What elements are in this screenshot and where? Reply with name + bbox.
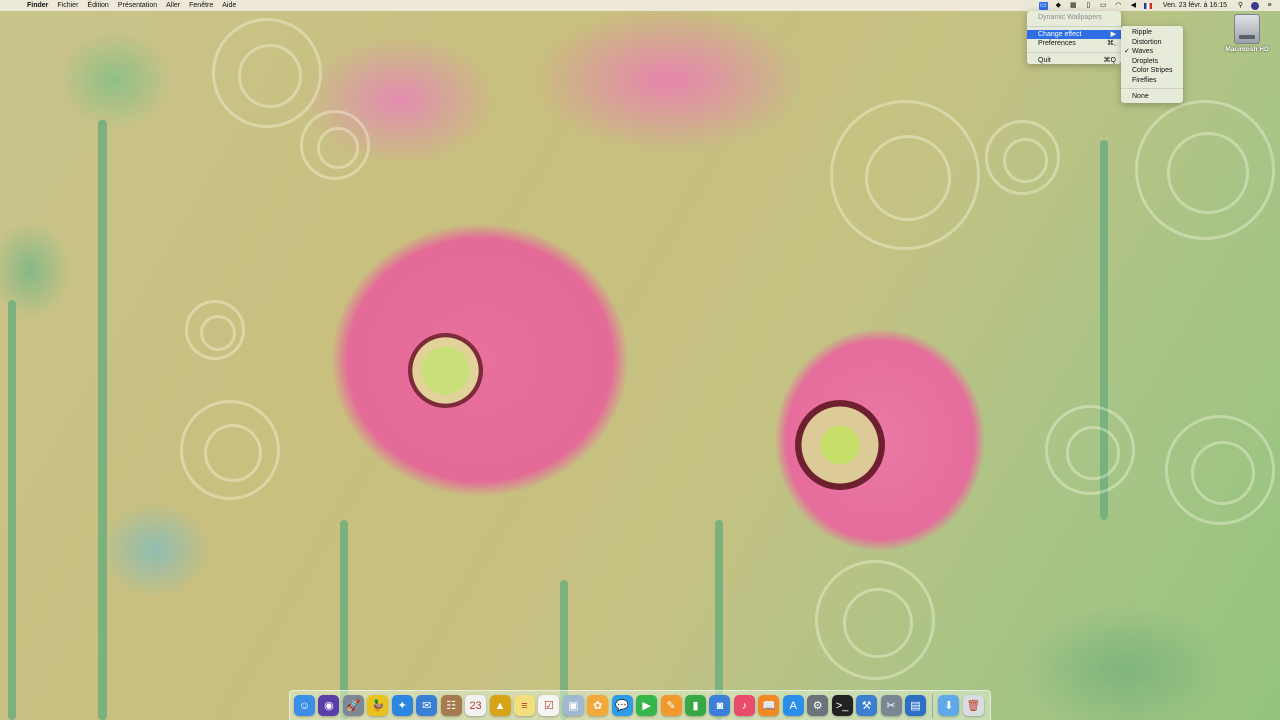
notification-center-icon[interactable]: ≡ [1265, 2, 1274, 10]
downloads-folder-icon[interactable]: ⬇ [938, 695, 960, 716]
trash-icon[interactable]: 🗑 [962, 695, 984, 716]
wifi-icon[interactable]: ◠ [1114, 2, 1123, 10]
effect-none[interactable]: None [1121, 92, 1183, 102]
effect-color-stripes[interactable]: Color Stripes [1121, 66, 1183, 76]
wallpaper [0, 0, 1280, 720]
preferences-item[interactable]: Preferences ⌘, [1027, 39, 1121, 49]
checkmark-icon: ✓ [1124, 48, 1130, 55]
airplay-icon[interactable]: ▭ [1099, 2, 1108, 10]
menu-edition[interactable]: Édition [87, 2, 108, 9]
flag-fr-icon[interactable] [1143, 2, 1152, 9]
xcode-icon[interactable]: ⚒ [856, 695, 878, 716]
quit-item[interactable]: Quit ⌘Q [1027, 56, 1121, 66]
calendar-icon[interactable]: 23 [465, 695, 487, 716]
effect-waves[interactable]: ✓ Waves [1121, 47, 1183, 57]
dropbox-icon[interactable]: ◆ [1054, 2, 1063, 10]
cyberduck-icon[interactable]: 🦆 [367, 695, 389, 716]
menu-separator [1027, 51, 1121, 53]
menu-bar: Finder Fichier Édition Présentation Alle… [0, 0, 1280, 11]
ibooks-icon[interactable]: 📖 [758, 695, 780, 716]
drive-label: Macintosh HD [1225, 46, 1269, 53]
menubar-clock[interactable]: Ven. 23 févr. à 16:15 [1163, 2, 1227, 9]
music-icon[interactable]: ♪ [733, 695, 755, 716]
folder-icon[interactable]: ▤ [904, 695, 926, 716]
menu-fenetre[interactable]: Fenêtre [189, 2, 213, 9]
terminal-icon[interactable]: >_ [831, 695, 853, 716]
utility-icon[interactable]: ✂ [880, 695, 902, 716]
menu-separator [1027, 25, 1121, 27]
contacts-icon[interactable]: ☷ [440, 695, 462, 716]
preferences-label: Preferences [1038, 40, 1076, 47]
effect-droplets[interactable]: Droplets [1121, 57, 1183, 67]
menu-presentation[interactable]: Présentation [118, 2, 157, 9]
photos-icon[interactable]: ✿ [587, 695, 609, 716]
menu-aller[interactable]: Aller [166, 2, 180, 9]
preview-icon[interactable]: ▣ [562, 695, 584, 716]
notes-icon[interactable]: ≡ [513, 695, 535, 716]
grid-icon[interactable]: ▦ [1069, 2, 1078, 10]
finder-icon[interactable]: ☺ [294, 695, 315, 716]
spotlight-icon[interactable]: ⚲ [1236, 2, 1245, 10]
menu-title: Dynamic Wallpapers [1038, 14, 1102, 21]
menu-fichier[interactable]: Fichier [57, 2, 78, 9]
effect-distortion[interactable]: Distortion [1121, 38, 1183, 48]
quit-shortcut: ⌘Q [1103, 56, 1116, 64]
reminders-icon[interactable]: ☑ [538, 695, 560, 716]
effect-waves-label: Waves [1132, 48, 1154, 55]
effect-ripple[interactable]: Ripple [1121, 28, 1183, 38]
preferences-shortcut: ⌘, [1107, 40, 1116, 47]
change-effect-item[interactable]: Change effect ▶ [1027, 29, 1121, 39]
user-avatar-icon[interactable] [1251, 1, 1259, 10]
menu-app-finder[interactable]: Finder [27, 2, 48, 9]
quit-label: Quit [1038, 56, 1051, 64]
macintosh-hd-desktop-item[interactable]: Macintosh HD [1221, 14, 1273, 53]
messages-icon[interactable]: 💬 [611, 695, 633, 716]
dock: ☺ ◉ 🚀 🦆 ✦ ✉ ☷ 23 ▲ ≡ ☑ ▣ ✿ 💬 ▶ ✎ ▮ ◙ ♪ 📖 A ⚙ >_ ⚒ ✂ ▤ ⬇ 🗑 [289, 690, 991, 720]
facetime-icon[interactable]: ▶ [636, 695, 658, 716]
effect-fireflies[interactable]: Fireflies [1121, 76, 1183, 86]
launchpad-icon[interactable]: 🚀 [342, 695, 364, 716]
battery-icon[interactable]: ▯ [1084, 2, 1093, 10]
effects-submenu: Ripple Distortion ✓ Waves Droplets Color… [1121, 26, 1183, 103]
menu-aide[interactable]: Aide [222, 2, 236, 9]
change-effect-label: Change effect [1038, 30, 1082, 38]
pages-icon[interactable]: ✎ [660, 695, 682, 716]
dock-separator [932, 693, 934, 718]
sublime-icon[interactable]: ▲ [489, 695, 511, 716]
numbers-icon[interactable]: ▮ [685, 695, 706, 716]
keynote-icon[interactable]: ◙ [709, 695, 731, 716]
siri-icon[interactable]: ◉ [318, 695, 340, 716]
app-store-icon[interactable]: A [782, 695, 804, 716]
hard-drive-icon [1234, 14, 1260, 44]
submenu-arrow-icon: ▶ [1110, 30, 1116, 38]
mail-icon[interactable]: ✉ [416, 695, 438, 716]
volume-icon[interactable]: ◀ [1129, 2, 1138, 10]
system-preferences-icon[interactable]: ⚙ [807, 695, 829, 716]
dynamic-wallpapers-icon[interactable]: ▭ [1038, 1, 1048, 10]
safari-icon[interactable]: ✦ [391, 695, 413, 716]
menu-separator [1121, 88, 1183, 89]
dynamic-wallpapers-menu: Dynamic Wallpapers Change effect ▶ Prefe… [1027, 11, 1121, 64]
